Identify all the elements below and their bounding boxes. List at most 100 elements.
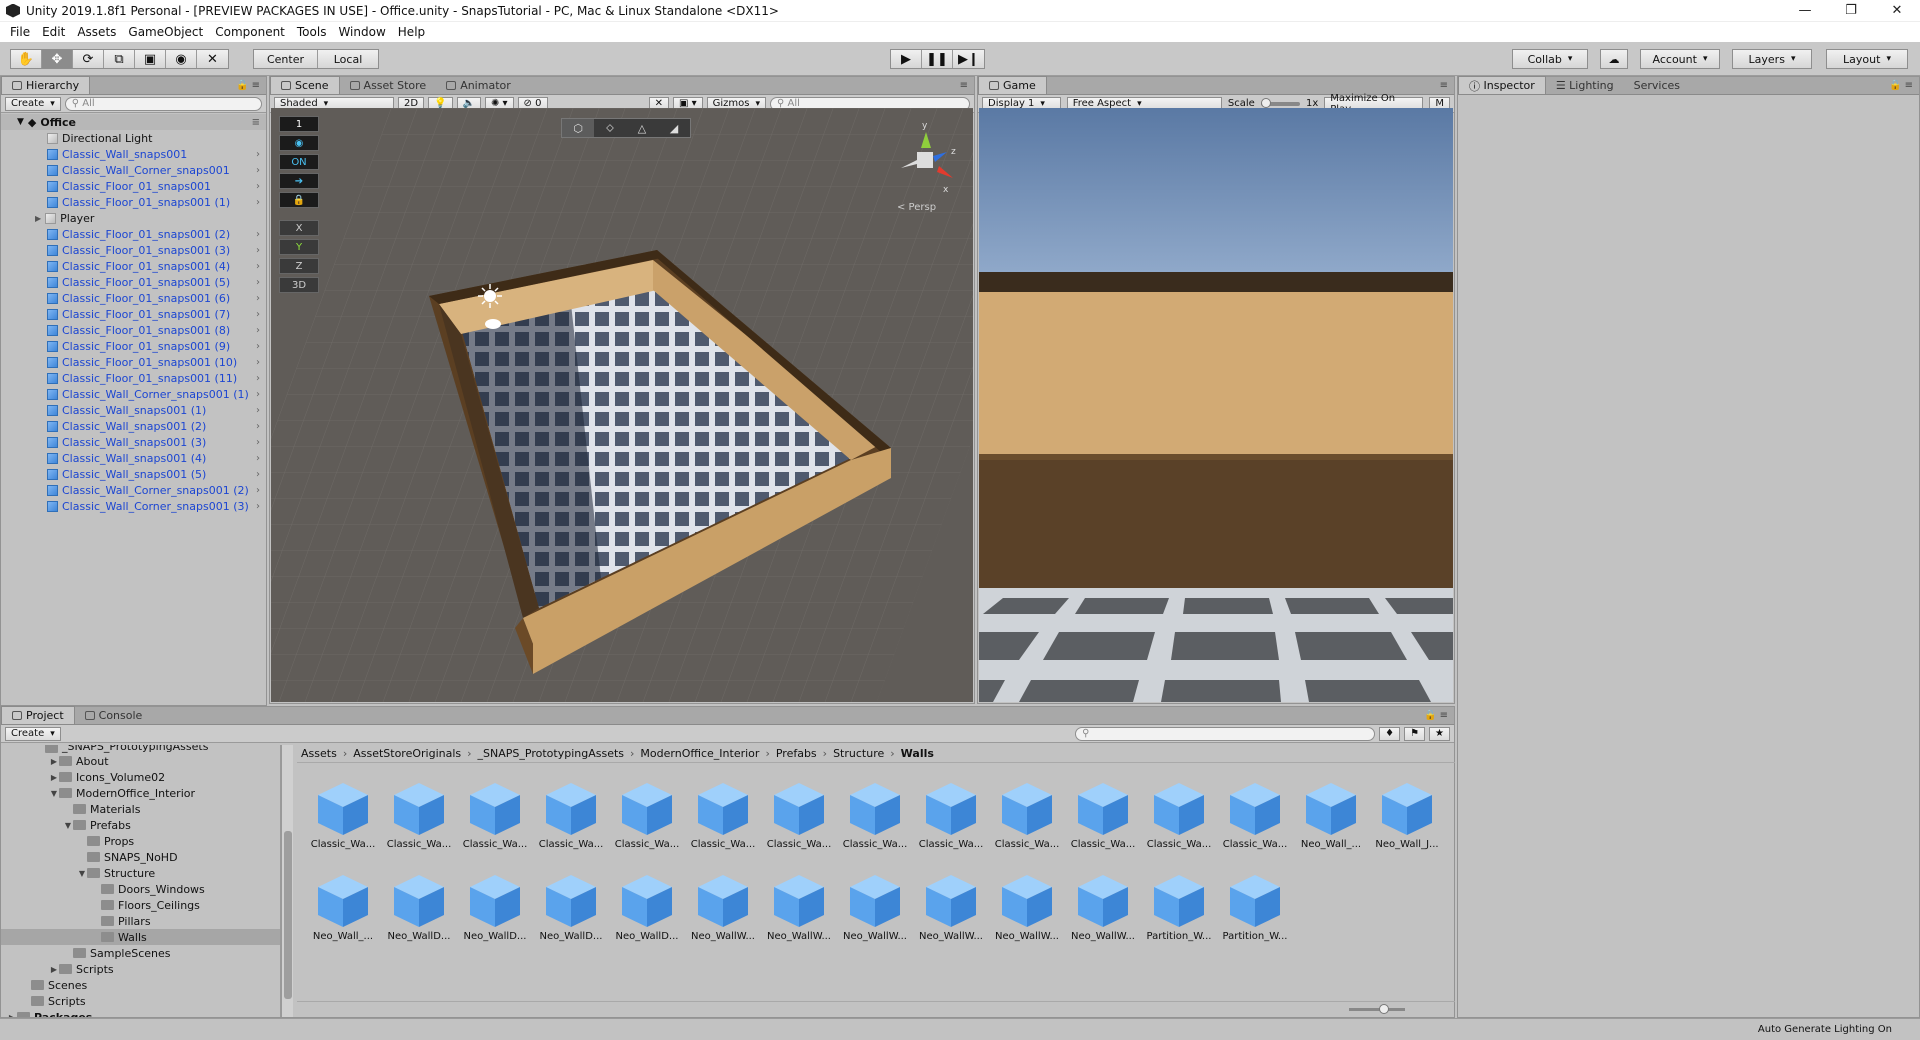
project-folder-item[interactable]: ▶ Packages xyxy=(1,1009,280,1017)
asset-tile[interactable]: Classic_Wa... xyxy=(305,779,381,861)
asset-tile[interactable]: Classic_Wa... xyxy=(913,779,989,861)
asset-tile[interactable]: Partition_W... xyxy=(1217,871,1293,953)
prefab-open-arrow-icon[interactable]: › xyxy=(256,437,266,448)
prefab-open-arrow-icon[interactable]: › xyxy=(256,501,266,512)
hierarchy-item[interactable]: Classic_Wall_snaps001 (2) › xyxy=(1,418,266,434)
prefab-open-arrow-icon[interactable]: › xyxy=(256,197,266,208)
snap-increment-icon[interactable]: 1 xyxy=(279,116,319,132)
asset-tile[interactable]: Neo_WallD... xyxy=(533,871,609,953)
prefab-open-arrow-icon[interactable]: › xyxy=(256,245,266,256)
game-viewport[interactable] xyxy=(979,108,1453,702)
transform-tool-icon[interactable]: ◉ xyxy=(166,50,197,68)
prefab-open-arrow-icon[interactable]: › xyxy=(256,389,266,400)
lock-icon[interactable]: 🔒 xyxy=(279,192,319,208)
asset-tile[interactable]: Neo_WallD... xyxy=(381,871,457,953)
hierarchy-item[interactable]: Classic_Wall_Corner_snaps001 (1) › xyxy=(1,386,266,402)
play-icon[interactable]: ▶ xyxy=(891,50,922,68)
scale-slider[interactable] xyxy=(1260,97,1300,108)
menu-help[interactable]: Help xyxy=(392,25,431,39)
prefab-open-arrow-icon[interactable]: › xyxy=(256,149,266,160)
menu-gameobject[interactable]: GameObject xyxy=(122,25,209,39)
hierarchy-item[interactable]: Classic_Floor_01_snaps001 (11) › xyxy=(1,370,266,386)
menu-assets[interactable]: Assets xyxy=(71,25,122,39)
hierarchy-item[interactable]: Classic_Wall_snaps001 › xyxy=(1,146,266,162)
asset-tile[interactable]: Neo_WallD... xyxy=(457,871,533,953)
project-folder-item[interactable]: Scripts xyxy=(1,993,280,1009)
vertex-icon[interactable]: ⬦ xyxy=(594,119,626,137)
close-icon[interactable]: ✕ xyxy=(1874,0,1920,22)
panel-menu-icon[interactable]: 🔒 ≡ xyxy=(236,80,266,91)
asset-tile[interactable]: Neo_WallW... xyxy=(685,871,761,953)
folder-expand-arrow-icon[interactable]: ▼ xyxy=(77,869,87,878)
hand-tool-icon[interactable]: ✋ xyxy=(11,50,42,68)
project-folder-item[interactable]: SNAPS_NoHD xyxy=(1,849,280,865)
hierarchy-item[interactable]: Classic_Wall_Corner_snaps001 (3) › xyxy=(1,498,266,514)
tab-inspector[interactable]: ⓘ Inspector xyxy=(1458,76,1546,94)
asset-tile[interactable]: Classic_Wa... xyxy=(837,779,913,861)
asset-tile[interactable]: Neo_WallW... xyxy=(837,871,913,953)
project-folder-item[interactable]: Pillars xyxy=(1,913,280,929)
hierarchy-search[interactable]: ⚲ All xyxy=(64,96,262,111)
prefab-open-arrow-icon[interactable]: › xyxy=(256,309,266,320)
scene-render[interactable]: y z x xyxy=(271,108,973,702)
hierarchy-item[interactable]: Classic_Floor_01_snaps001 › xyxy=(1,178,266,194)
breadcrumb-item[interactable]: Walls xyxy=(901,747,934,760)
asset-tile[interactable]: Classic_Wa... xyxy=(1065,779,1141,861)
menu-window[interactable]: Window xyxy=(332,25,391,39)
prefab-open-arrow-icon[interactable]: › xyxy=(256,181,266,192)
3d-snap-icon[interactable]: 3D xyxy=(279,277,319,293)
move-snap-icon[interactable]: ➔ xyxy=(279,173,319,189)
project-folder-item[interactable]: ▼ ModernOffice_Interior xyxy=(1,785,280,801)
asset-tile[interactable]: Neo_WallD... xyxy=(609,871,685,953)
x-axis-icon[interactable]: X xyxy=(279,220,319,236)
icon-size-slider-thumb[interactable] xyxy=(1379,1004,1389,1014)
asset-tile[interactable]: Neo_WallW... xyxy=(989,871,1065,953)
breadcrumb-item[interactable]: _SNAPS_PrototypingAssets xyxy=(478,747,624,760)
icon-size-slider[interactable] xyxy=(1349,1004,1405,1014)
tab-animator[interactable]: Animator xyxy=(436,76,521,94)
game-render[interactable] xyxy=(979,108,1453,702)
folder-expand-arrow-icon[interactable]: ▶ xyxy=(49,773,59,782)
cube-view-icon[interactable]: ⬡ xyxy=(562,119,594,137)
asset-tile[interactable]: Partition_W... xyxy=(1141,871,1217,953)
asset-tile[interactable]: Classic_Wa... xyxy=(381,779,457,861)
tab-asset-store[interactable]: Asset Store xyxy=(340,76,437,94)
breadcrumb-item[interactable]: AssetStoreOriginals xyxy=(353,747,461,760)
pause-icon[interactable]: ❚❚ xyxy=(922,50,953,68)
hierarchy-item[interactable]: Classic_Floor_01_snaps001 (9) › xyxy=(1,338,266,354)
scale-slider-thumb[interactable] xyxy=(1260,97,1271,108)
minimize-icon[interactable]: — xyxy=(1782,0,1828,22)
project-folder-item[interactable]: Walls xyxy=(1,929,280,945)
folder-expand-arrow-icon[interactable]: ▶ xyxy=(7,1013,17,1018)
menu-edit[interactable]: Edit xyxy=(36,25,71,39)
prefab-open-arrow-icon[interactable]: › xyxy=(256,485,266,496)
hierarchy-item[interactable]: Classic_Floor_01_snaps001 (1) › xyxy=(1,194,266,210)
move-tool-icon[interactable]: ✥ xyxy=(42,50,73,68)
hierarchy-item[interactable]: Classic_Floor_01_snaps001 (3) › xyxy=(1,242,266,258)
prefab-open-arrow-icon[interactable]: › xyxy=(256,453,266,464)
project-folder-item[interactable]: Floors_Ceilings xyxy=(1,897,280,913)
project-folder-item[interactable]: _SNAPS_PrototypingAssets xyxy=(1,745,280,753)
folder-expand-arrow-icon[interactable]: ▶ xyxy=(49,757,59,766)
tab-console[interactable]: Console xyxy=(75,706,153,724)
prefab-open-arrow-icon[interactable]: › xyxy=(256,469,266,480)
prefab-open-arrow-icon[interactable]: › xyxy=(256,405,266,416)
visibility-icon[interactable]: ◉ xyxy=(279,135,319,151)
tab-services[interactable]: Services xyxy=(1624,76,1690,94)
filter-type-icon[interactable]: ♦ xyxy=(1379,726,1401,741)
face-icon[interactable]: ◢ xyxy=(658,119,690,137)
tree-scrollbar-thumb[interactable] xyxy=(284,831,292,999)
directional-light-icon[interactable] xyxy=(484,290,496,302)
folder-expand-arrow-icon[interactable]: ▼ xyxy=(63,821,73,830)
layers-button[interactable]: Layers xyxy=(1732,49,1812,69)
folder-expand-arrow-icon[interactable]: ▼ xyxy=(49,789,59,798)
prefab-open-arrow-icon[interactable]: › xyxy=(256,341,266,352)
hierarchy-item[interactable]: Classic_Wall_snaps001 (5) › xyxy=(1,466,266,482)
scene-root-office[interactable]: ▼ ◆ Office ≡ xyxy=(1,114,266,130)
asset-tile[interactable]: Neo_WallW... xyxy=(913,871,989,953)
scene-viewport[interactable]: y z x < Persp ⬡ ⬦ △ ◢ 1 ◉ ON ➔ 🔒 X Y Z 3D xyxy=(271,108,973,702)
hierarchy-item[interactable]: Classic_Wall_snaps001 (4) › xyxy=(1,450,266,466)
hierarchy-item[interactable]: ▶ Player xyxy=(1,210,266,226)
asset-tile[interactable]: Neo_WallW... xyxy=(1065,871,1141,953)
tab-lighting[interactable]: ☰ Lighting xyxy=(1546,76,1624,94)
